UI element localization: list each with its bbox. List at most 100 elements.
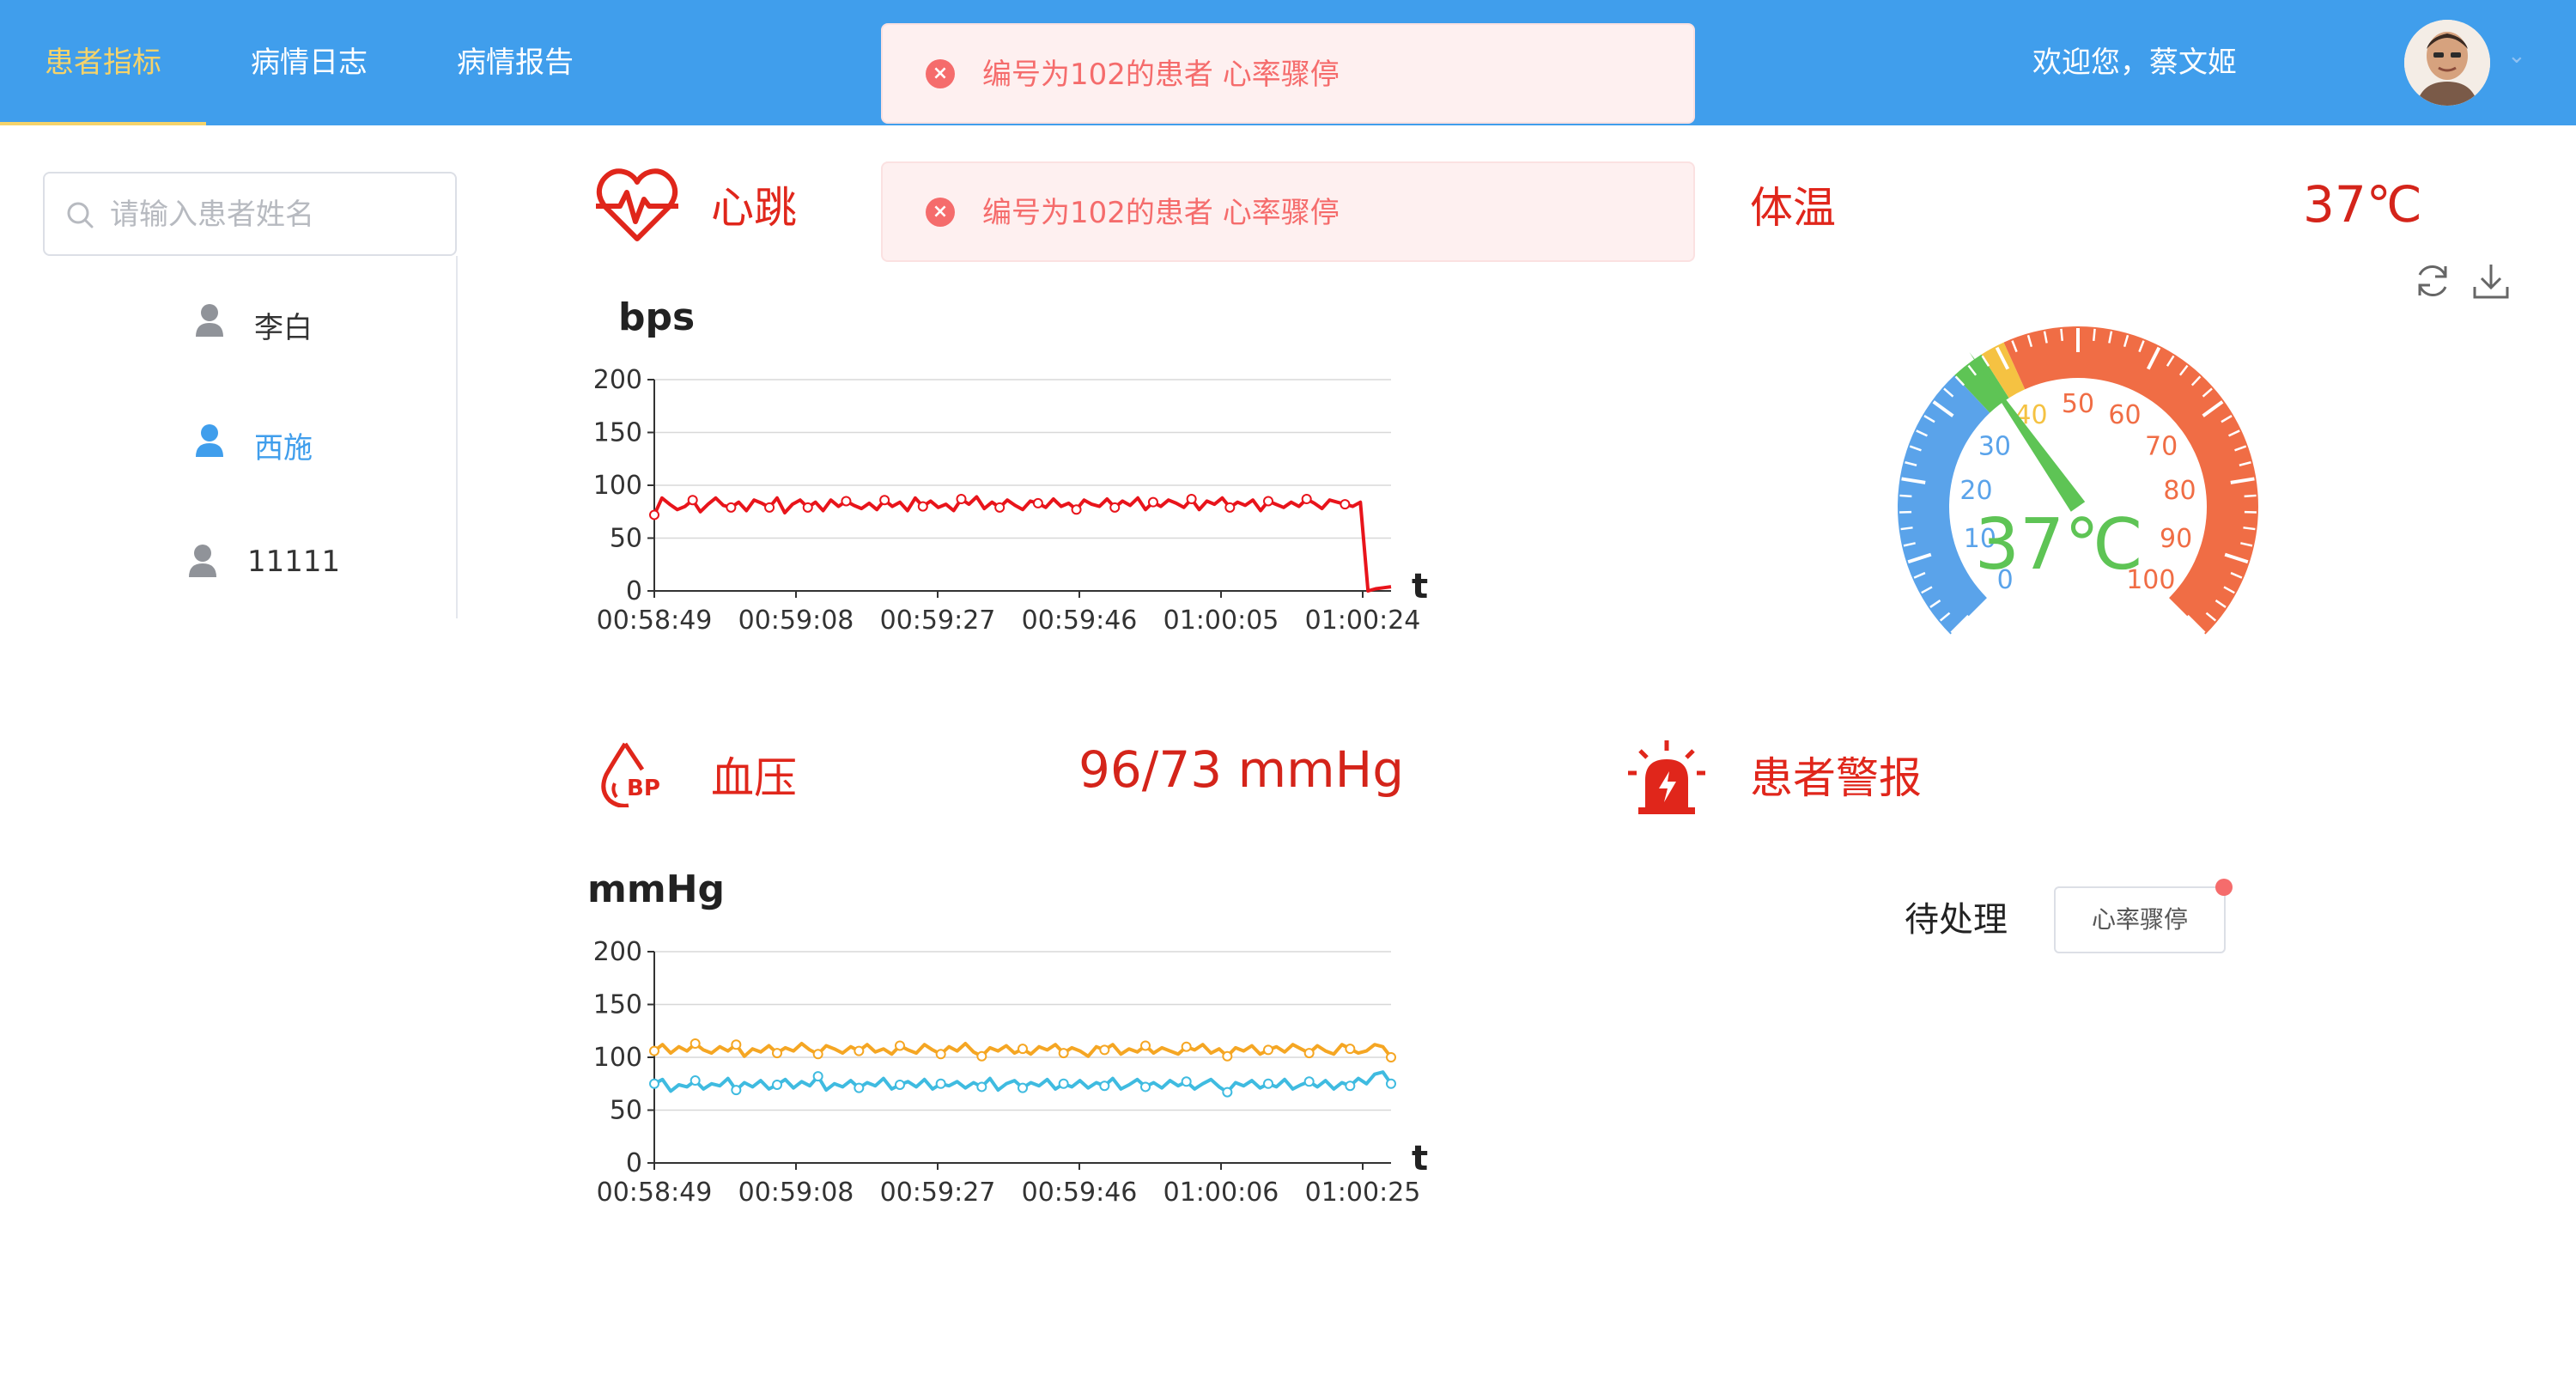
data-point: [802, 502, 813, 513]
data-point: [854, 1082, 865, 1093]
x-tick-label: 00:59:46: [1022, 606, 1138, 636]
data-point: [1147, 496, 1158, 508]
data-point: [731, 1085, 742, 1096]
x-tick-label: 01:00:25: [1305, 1178, 1421, 1208]
patient-list-item[interactable]: 11111: [187, 538, 376, 589]
blood-pressure-unit-label: mmHg: [587, 867, 726, 911]
data-point: [1345, 1080, 1356, 1092]
patient-list-item-active[interactable]: 西施: [194, 417, 383, 469]
gauge-tick-label: 90: [2160, 524, 2192, 554]
alert-message: 编号为102的患者 心率骤停: [982, 58, 1340, 92]
x-axis-label: t: [1412, 567, 1428, 606]
siren-alarm-icon: [1628, 740, 1705, 814]
notification-badge-dot: [2215, 879, 2233, 896]
nav-tab-patient-metrics[interactable]: 患者指标: [0, 0, 206, 125]
data-point: [1186, 493, 1197, 504]
nav-tab-condition-report[interactable]: 病情报告: [412, 0, 618, 125]
heartbeat-icon: [596, 168, 678, 241]
data-point: [1018, 1082, 1028, 1093]
data-point: [1109, 502, 1121, 513]
data-point: [1263, 1078, 1273, 1089]
y-tick-label: 50: [610, 524, 642, 554]
data-point: [854, 1045, 865, 1056]
data-point: [1263, 496, 1273, 507]
alert-toast: × 编号为102的患者 心率骤停: [881, 23, 1695, 124]
user-icon: [189, 545, 216, 577]
heartbeat-chart: 0 50 100 150 200 00:58:49 00:59:08 00:59:27 00:5…: [593, 365, 1428, 636]
blood-pressure-drop-icon: BP: [601, 742, 659, 807]
data-point: [976, 1081, 987, 1093]
sidebar-divider: [456, 256, 458, 618]
data-point: [1058, 1078, 1069, 1089]
y-tick-label: 200: [593, 365, 642, 395]
gauge-tick: [2243, 527, 2256, 531]
blood-pressure-chart: 0 50 100 150 200 00:58:49 00:59:08 00:59:27 00:5…: [593, 937, 1428, 1208]
user-icon: [196, 424, 223, 457]
x-tick-label: 00:59:08: [738, 1178, 854, 1208]
patient-name: 李白: [254, 311, 313, 345]
y-tick-label: 200: [593, 937, 642, 967]
data-point: [812, 1071, 823, 1082]
x-tick-label: 00:58:49: [597, 606, 713, 636]
data-point: [687, 495, 698, 506]
heartbeat-unit-label: bps: [618, 295, 696, 339]
data-point: [1099, 1044, 1110, 1056]
data-point: [764, 502, 775, 513]
search-icon: [67, 202, 94, 228]
temperature-title: 体温: [1750, 183, 1836, 233]
gauge-tick-label: 80: [2163, 476, 2196, 506]
avatar-portrait-icon: [2404, 20, 2490, 106]
x-tick-label: 01:00:24: [1305, 606, 1421, 636]
gauge-tick-label: 60: [2108, 400, 2141, 430]
y-tick-label: 0: [626, 1148, 642, 1178]
patient-search-box: [43, 172, 457, 256]
gauge-tick: [1900, 527, 1913, 531]
data-point: [976, 1050, 987, 1062]
data-point: [1018, 1044, 1028, 1055]
series-line-0: [653, 495, 1392, 593]
data-point: [649, 1045, 659, 1056]
alarm-item-button[interactable]: 心率骤停: [2054, 886, 2226, 953]
nav-tab-label: 患者指标: [45, 46, 161, 80]
y-tick-label: 0: [626, 576, 642, 606]
patient-list-item[interactable]: 李白: [194, 297, 383, 349]
gauge-tick-label: 20: [1959, 476, 1992, 506]
data-point: [1263, 1044, 1273, 1056]
x-axis-label: t: [1412, 1139, 1428, 1178]
data-point: [772, 1048, 782, 1059]
refresh-icon[interactable]: [2413, 261, 2452, 301]
data-point: [1181, 1076, 1192, 1087]
data-point: [812, 1049, 823, 1060]
download-icon[interactable]: [2471, 261, 2511, 301]
data-point: [895, 1040, 905, 1051]
error-circle-icon: ×: [926, 59, 955, 88]
data-point: [1301, 493, 1312, 504]
data-point: [1222, 1050, 1233, 1062]
user-icon: [196, 304, 223, 337]
data-point: [1345, 1044, 1356, 1055]
gauge-tick-label: 70: [2145, 431, 2178, 461]
x-tick-label: 00:58:49: [597, 1178, 713, 1208]
data-point: [917, 501, 928, 512]
data-point: [1224, 502, 1236, 513]
error-circle-icon: ×: [926, 198, 955, 227]
x-tick-label: 00:59:46: [1022, 1178, 1138, 1208]
temperature-value: 37℃: [2303, 175, 2422, 234]
gauge-tick: [2060, 328, 2063, 341]
alarm-title: 患者警报: [1750, 753, 1922, 803]
alert-message: 编号为102的患者 心率骤停: [982, 196, 1340, 230]
data-point: [956, 493, 967, 504]
data-point: [726, 502, 737, 513]
x-tick-label: 01:00:06: [1163, 1178, 1279, 1208]
user-avatar[interactable]: [2404, 20, 2490, 106]
chevron-down-icon[interactable]: ⌄: [2507, 43, 2526, 69]
nav-tab-condition-log[interactable]: 病情日志: [206, 0, 412, 125]
x-tick-label: 00:59:08: [738, 606, 854, 636]
data-point: [690, 1038, 701, 1050]
data-point: [649, 1078, 659, 1089]
patient-search-input[interactable]: [108, 173, 438, 256]
blood-pressure-value: 96/73 mmHg: [1078, 740, 1405, 799]
heartbeat-title: 心跳: [711, 183, 797, 233]
data-point: [935, 1049, 946, 1060]
x-tick-label: 00:59:27: [880, 1178, 996, 1208]
